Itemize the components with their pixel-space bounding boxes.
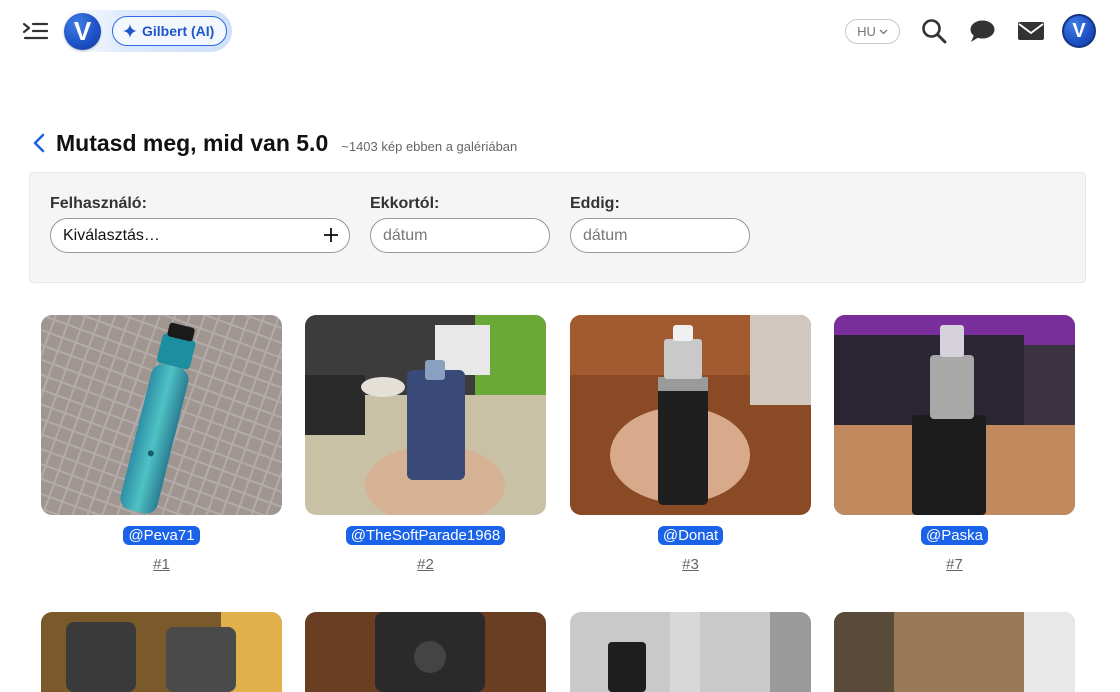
sparkle-icon [123, 24, 137, 38]
user-avatar[interactable]: V [1062, 14, 1096, 48]
gallery-image[interactable] [834, 612, 1075, 692]
gallery-card [834, 612, 1075, 692]
chevron-down-icon [879, 29, 888, 34]
brand-area: V Gilbert (AI) [60, 10, 232, 52]
image-number-link[interactable]: #1 [153, 556, 170, 573]
gallery-image[interactable] [570, 612, 811, 692]
to-date-filter: Eddig: dátum [570, 194, 750, 253]
filter-panel: Felhasználó: Kiválasztás… Ekkortól: dátu… [29, 172, 1086, 283]
image-count: ~1403 kép ebben a galériában [341, 138, 518, 154]
menu-toggle-icon[interactable] [22, 20, 48, 42]
gallery-card: @Peva71 #1 [41, 315, 282, 573]
page-title: Mutasd meg, mid van 5.0 [56, 129, 329, 156]
image-number-link[interactable]: #3 [682, 556, 699, 573]
gallery-image[interactable] [41, 315, 282, 515]
user-select-value: Kiválasztás… [63, 227, 160, 244]
user-tag[interactable]: @TheSoftParade1968 [345, 526, 506, 545]
gallery-card [570, 612, 811, 692]
user-tag[interactable]: @Donat [657, 526, 724, 545]
search-icon[interactable] [920, 17, 948, 45]
ai-button-label: Gilbert (AI) [142, 22, 215, 39]
user-filter: Felhasználó: Kiválasztás… [50, 194, 350, 253]
brand-logo[interactable]: V [64, 13, 101, 50]
ai-assistant-button[interactable]: Gilbert (AI) [112, 16, 228, 46]
gallery-card [305, 612, 546, 692]
gallery-image[interactable] [834, 315, 1075, 515]
chat-icon[interactable] [968, 17, 996, 45]
user-select-field[interactable]: Kiválasztás… [50, 218, 350, 253]
gallery-image[interactable] [570, 315, 811, 515]
from-date-filter: Ekkortól: dátum [370, 194, 550, 253]
image-number-link[interactable]: #7 [946, 556, 963, 573]
from-date-input[interactable]: dátum [370, 218, 550, 253]
language-select[interactable]: HU [845, 19, 900, 44]
user-tag[interactable]: @Paska [921, 526, 988, 545]
title-row: Mutasd meg, mid van 5.0 ~1403 kép ebben … [32, 128, 517, 158]
from-date-label: Ekkortól: [370, 195, 440, 212]
gallery-card: @Paska #7 [834, 315, 1075, 573]
user-tag[interactable]: @Peva71 [123, 526, 200, 545]
plus-icon[interactable] [323, 227, 339, 243]
to-date-input[interactable]: dátum [570, 218, 750, 253]
gallery-card: @TheSoftParade1968 #2 [305, 315, 546, 573]
mail-icon[interactable] [1017, 17, 1045, 45]
image-number-link[interactable]: #2 [417, 556, 434, 573]
top-header: V Gilbert (AI) HU V [0, 0, 1120, 62]
user-filter-label: Felhasználó: [50, 195, 147, 212]
back-chevron-icon[interactable] [32, 132, 46, 154]
gallery-image[interactable] [41, 612, 282, 692]
gallery-card: @Donat #3 [570, 315, 811, 573]
to-date-label: Eddig: [570, 195, 620, 212]
gallery-image[interactable] [305, 612, 546, 692]
language-value: HU [857, 24, 876, 39]
gallery-image[interactable] [305, 315, 546, 515]
gallery-card [41, 612, 282, 692]
